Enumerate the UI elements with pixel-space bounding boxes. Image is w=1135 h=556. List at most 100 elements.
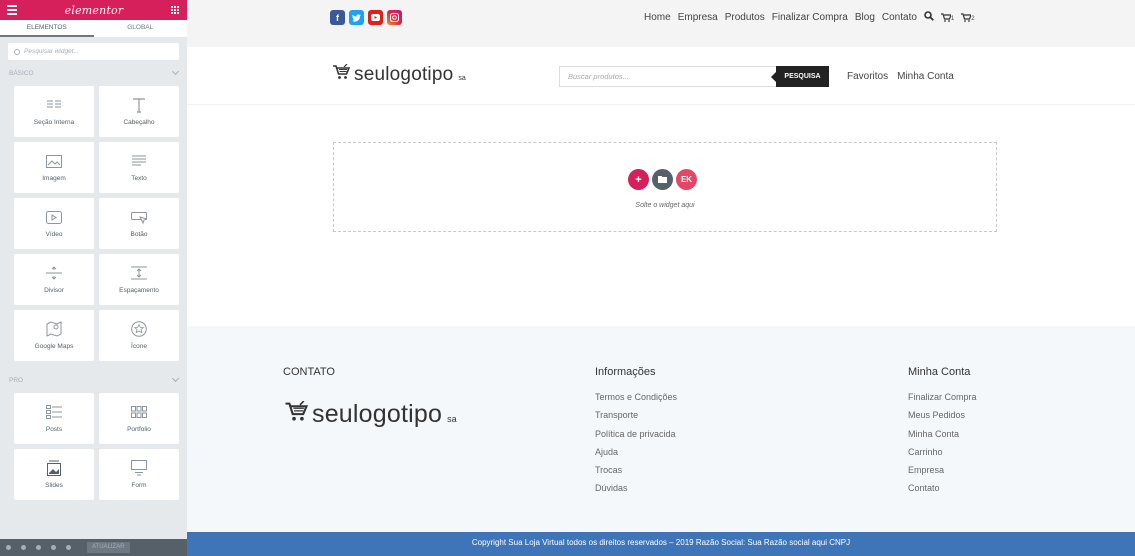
responsive-icon[interactable] [51, 545, 56, 550]
history-icon[interactable] [36, 545, 41, 550]
widget-video[interactable]: Vídeo [14, 198, 94, 249]
preview-eye-icon[interactable] [66, 545, 71, 550]
widget-label: Form [131, 482, 147, 489]
nav-produtos[interactable]: Produtos [725, 12, 765, 23]
product-search-input[interactable]: Buscar produtos... [559, 66, 776, 87]
link-favoritos[interactable]: Favoritos [847, 71, 888, 82]
widget-search-input[interactable]: Pesquisar widget... [8, 43, 179, 60]
widget-slides[interactable]: Slides [14, 449, 94, 500]
widget-label: Divisor [44, 287, 64, 294]
widget-label: Posts [45, 426, 63, 433]
widgets-grid-icon[interactable] [170, 5, 180, 15]
image-icon [46, 153, 62, 169]
settings-icon[interactable] [6, 545, 11, 550]
panel-tabs: ELEMENTOS GLOBAL [0, 20, 187, 37]
panel-header: elementor [0, 0, 187, 20]
footer-link[interactable]: Minha Conta [908, 425, 977, 443]
inner-section-icon [46, 97, 62, 113]
widget-label: Ícone [131, 343, 147, 350]
footer-link[interactable]: Empresa [908, 461, 977, 479]
category-pro[interactable]: PRO [0, 367, 187, 393]
widget-spacer[interactable]: Espaçamento [99, 254, 179, 305]
essential-kit-button[interactable]: EK [676, 169, 697, 190]
copyright-bar: Copyright Sua Loja Virtual todos os dire… [187, 532, 1135, 556]
footer-info-title: Informações [595, 366, 656, 378]
add-section-button[interactable]: + [628, 169, 649, 190]
widget-dropzone[interactable]: + EK Solte o widget aqui [333, 142, 997, 232]
widget-icon[interactable]: Ícone [99, 310, 179, 361]
cart-icon[interactable]: 2 [961, 13, 975, 22]
logo-suffix: sa [447, 414, 457, 424]
widget-inner-section[interactable]: Seção Interna [14, 86, 94, 137]
footer-link[interactable]: Termos e Condições [595, 388, 677, 406]
widget-image[interactable]: Imagem [14, 142, 94, 193]
dropzone-text: Solte o widget aqui [635, 202, 695, 209]
tab-global[interactable]: GLOBAL [94, 20, 188, 37]
logo-suffix: sa [458, 75, 466, 82]
widget-label: Google Maps [34, 343, 74, 350]
search-button[interactable]: PESQUISA [771, 66, 829, 87]
button-icon [131, 209, 147, 225]
header-links: Favoritos Minha Conta [847, 71, 954, 82]
widget-portfolio[interactable]: Portfolio [99, 393, 179, 444]
widget-divider[interactable]: Divisor [14, 254, 94, 305]
form-icon [131, 460, 147, 476]
widget-google-maps[interactable]: Google Maps [14, 310, 94, 361]
footer-link[interactable]: Carrinho [908, 443, 977, 461]
widget-posts[interactable]: Posts [14, 393, 94, 444]
update-button[interactable]: ATUALIZAR [87, 542, 130, 553]
map-icon [46, 321, 62, 337]
chevron-down-icon [171, 374, 180, 383]
portfolio-icon [131, 404, 147, 420]
chevron-down-icon [171, 67, 180, 76]
menu-icon[interactable] [7, 3, 17, 17]
footer-link[interactable]: Política de privacida [595, 425, 677, 443]
footer-link[interactable]: Ajuda [595, 443, 677, 461]
posts-icon [46, 404, 62, 420]
facebook-icon[interactable]: f [330, 10, 345, 25]
widget-button[interactable]: Botão [99, 198, 179, 249]
widget-label: Slides [45, 482, 63, 489]
add-template-button[interactable] [652, 169, 673, 190]
footer-link[interactable]: Transporte [595, 406, 677, 424]
widget-label: Botão [130, 231, 148, 238]
footer-link[interactable]: Contato [908, 479, 977, 497]
footer-account-title: Minha Conta [908, 366, 971, 378]
youtube-icon[interactable] [368, 10, 383, 25]
footer-logo[interactable]: seulogotipo sa [284, 400, 457, 429]
nav-empresa[interactable]: Empresa [678, 12, 718, 23]
link-minha-conta[interactable]: Minha Conta [897, 71, 954, 82]
search-icon[interactable] [924, 11, 934, 24]
widget-text[interactable]: Texto [99, 142, 179, 193]
widget-label: Texto [131, 175, 147, 182]
widget-heading[interactable]: Cabeçalho [99, 86, 179, 137]
widgets-pro-grid: Posts Portfolio Slides Form [0, 393, 187, 500]
footer-link[interactable]: Trocas [595, 461, 677, 479]
footer-link[interactable]: Meus Pedidos [908, 406, 977, 424]
copyright-text: Copyright Sua Loja Virtual todos os dire… [471, 538, 851, 547]
logo-text: seulogotipo [312, 400, 443, 428]
widget-label: Cabeçalho [123, 119, 155, 126]
nav-blog[interactable]: Blog [855, 12, 875, 23]
category-basic[interactable]: BÁSICO [0, 60, 187, 86]
instagram-icon[interactable] [387, 10, 402, 25]
site-preview: f Home Empresa Produtos Finalizar Compra… [187, 0, 1135, 556]
heading-icon [131, 97, 147, 113]
widget-label: Espaçamento [119, 287, 159, 294]
nav-contato[interactable]: Contato [882, 12, 917, 23]
nav-home[interactable]: Home [644, 12, 671, 23]
footer-link[interactable]: Finalizar Compra [908, 388, 977, 406]
twitter-icon[interactable] [349, 10, 364, 25]
tab-elementos[interactable]: ELEMENTOS [0, 20, 94, 37]
site-logo[interactable]: seulogotipo sa [332, 63, 466, 86]
footer-account-links: Finalizar Compra Meus Pedidos Minha Cont… [908, 388, 977, 498]
footer-link[interactable]: Dúvidas [595, 479, 677, 497]
cart-count: 1 [950, 16, 955, 22]
nav-finalizar-compra[interactable]: Finalizar Compra [772, 12, 848, 23]
widget-form[interactable]: Form [99, 449, 179, 500]
cart-icon[interactable]: 1 [940, 13, 955, 22]
navigator-icon[interactable] [21, 545, 26, 550]
search-icon [14, 48, 20, 55]
footer-contact: CONTATO [283, 366, 335, 388]
video-icon [46, 209, 62, 225]
